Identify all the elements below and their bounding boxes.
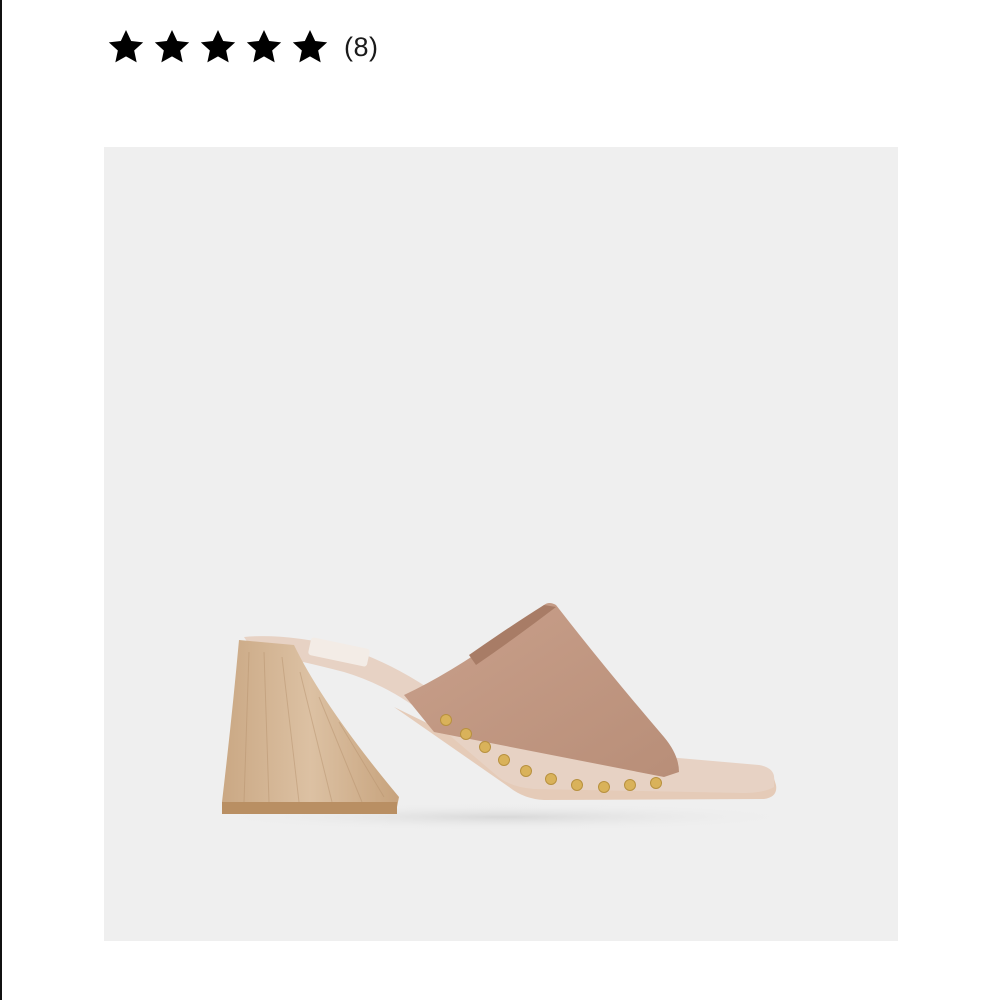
star-rating[interactable] bbox=[106, 27, 330, 67]
window-edge bbox=[0, 0, 2, 1000]
star-icon bbox=[154, 30, 190, 63]
rating-row[interactable]: (8) bbox=[106, 25, 379, 69]
heel-tip bbox=[222, 802, 397, 814]
product-page: (8) bbox=[0, 0, 1000, 1000]
upper-strap bbox=[404, 603, 679, 777]
star-icon bbox=[292, 30, 328, 63]
review-count[interactable]: (8) bbox=[344, 32, 379, 63]
star-icon bbox=[200, 30, 236, 63]
star-icon bbox=[108, 30, 144, 63]
star-icon bbox=[246, 30, 282, 63]
sandal-image bbox=[204, 603, 804, 831]
product-image[interactable] bbox=[104, 147, 898, 941]
